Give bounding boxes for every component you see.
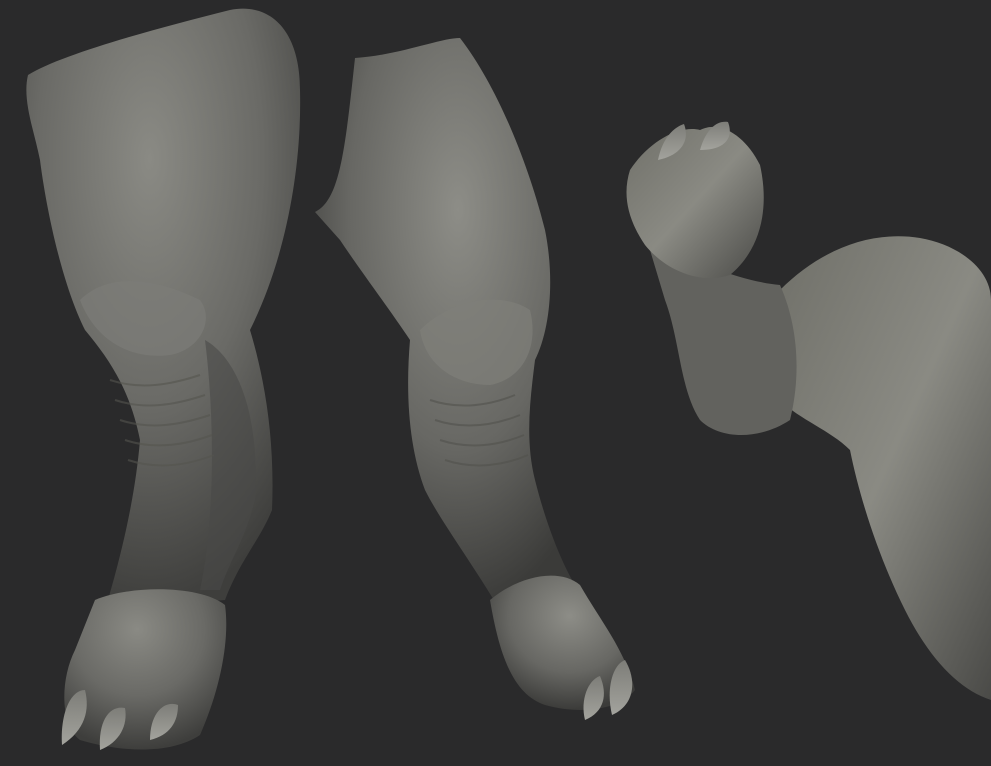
thigh-shape xyxy=(780,236,991,700)
sculpt-render-canvas xyxy=(0,0,991,766)
foot-shape xyxy=(64,589,227,750)
leg-side-view xyxy=(315,38,635,720)
sculpt-render-svg xyxy=(26,8,991,750)
ankle-shape xyxy=(650,250,797,435)
leg-front-view xyxy=(26,8,301,750)
foot-shape xyxy=(626,126,764,279)
foot-and-thigh-closeup-view xyxy=(626,121,991,700)
